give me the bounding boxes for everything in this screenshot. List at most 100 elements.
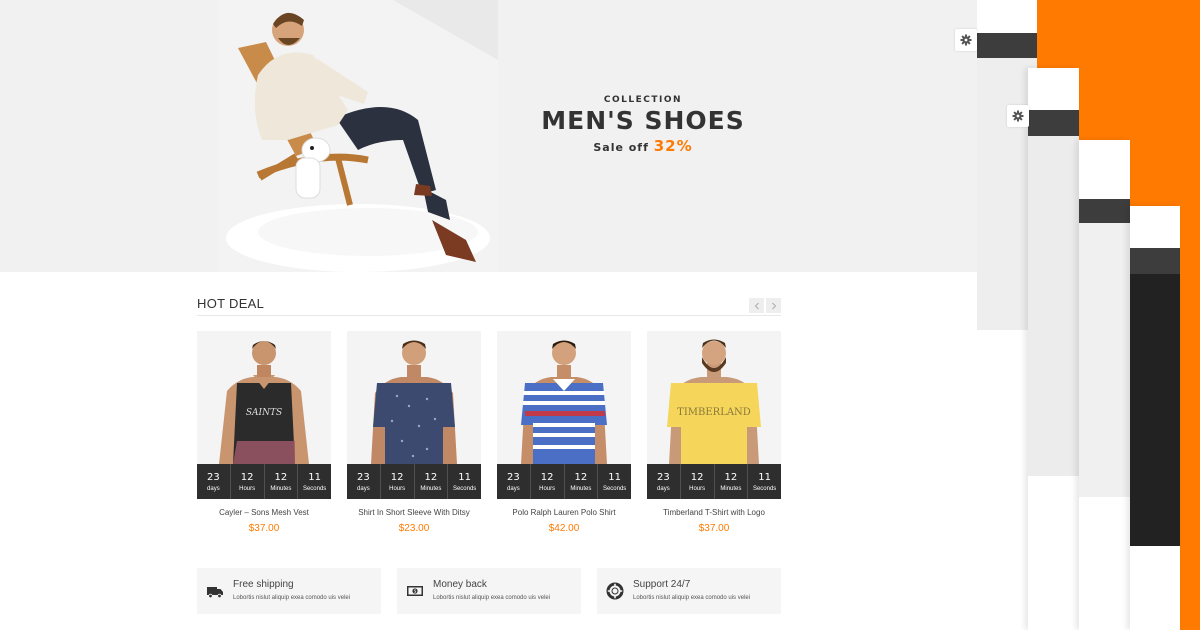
countdown-label: Seconds (302, 485, 327, 492)
product-carousel: SAINTS 23 days 12 Hours 12 Minutes 11 Second… (197, 331, 781, 541)
product-name-link[interactable]: Polo Ralph Lauren Polo Shirt (497, 508, 631, 517)
countdown-days: 23 days (497, 464, 531, 499)
countdown-hours: 12 Hours (531, 464, 565, 499)
product-card[interactable]: TIMBERLAND 23 days 12 Hours 12 Minutes 11 Se… (647, 331, 781, 541)
preview-header-bar (1130, 248, 1180, 274)
product-price: $23.00 (398, 523, 430, 534)
countdown-label: Seconds (752, 485, 777, 492)
countdown-timer: 23 days 12 Hours 12 Minutes 11 Seconds (197, 464, 331, 499)
product-image[interactable] (497, 331, 631, 464)
product-card[interactable]: 23 days 12 Hours 12 Minutes 11 Seconds Polo … (497, 331, 631, 541)
stacked-page-preview (1079, 140, 1130, 630)
countdown-value: 12 (540, 471, 554, 483)
product-card[interactable]: SAINTS 23 days 12 Hours 12 Minutes 11 Second… (197, 331, 331, 541)
product-name-link[interactable]: Timberland T-Shirt with Logo (647, 508, 781, 517)
hero-kicker: COLLECTION (603, 95, 683, 105)
countdown-value: 12 (574, 471, 588, 483)
countdown-value: 11 (608, 471, 621, 483)
product-price: $37.00 (698, 523, 730, 534)
stacked-page-preview (1130, 206, 1180, 630)
preview-hero-area (1079, 223, 1130, 497)
hero-text-block: COLLECTION MEN'S SHOES Sale off 32% (538, 95, 748, 155)
sale-prefix: Sale off (593, 141, 649, 154)
countdown-value: 23 (357, 471, 370, 483)
countdown-seconds: 11 Seconds (298, 464, 331, 499)
countdown-minutes: 12 Minutes (715, 464, 749, 499)
carousel-next-button[interactable] (766, 298, 781, 313)
truck-icon (207, 587, 223, 599)
countdown-label: Seconds (452, 485, 477, 492)
countdown-label: days (507, 485, 520, 492)
feature-title: Free shipping (233, 579, 294, 590)
carousel-prev-button[interactable] (749, 298, 764, 313)
countdown-value: 12 (724, 471, 738, 483)
countdown-label: Minutes (570, 485, 592, 492)
countdown-minutes: 12 Minutes (415, 464, 449, 499)
countdown-label: Minutes (720, 485, 742, 492)
feature-money-back: $ Money back Lobortis nislut aliquip exe… (397, 568, 581, 614)
countdown-days: 23 days (647, 464, 681, 499)
countdown-days: 23 days (347, 464, 381, 499)
countdown-days: 23 days (197, 464, 231, 499)
product-card[interactable]: 23 days 12 Hours 12 Minutes 11 Seconds Shirt… (347, 331, 481, 541)
product-price: $37.00 (248, 523, 280, 534)
countdown-label: Minutes (270, 485, 292, 492)
gear-icon (1012, 110, 1024, 122)
sale-percentage: 32% (653, 137, 693, 155)
money-icon: $ (407, 586, 423, 596)
countdown-value: 11 (458, 471, 471, 483)
countdown-label: Minutes (420, 485, 442, 492)
countdown-minutes: 12 Minutes (565, 464, 599, 499)
countdown-hours: 12 Hours (231, 464, 265, 499)
hero-model-photo (218, 0, 498, 272)
countdown-timer: 23 days 12 Hours 12 Minutes 11 Seconds (647, 464, 781, 499)
chevron-right-icon (771, 302, 776, 309)
hero-banner[interactable]: COLLECTION MEN'S SHOES Sale off 32% (0, 0, 977, 272)
features-row: Free shipping Lobortis nislut aliquip ex… (197, 568, 781, 614)
countdown-value: 11 (758, 471, 771, 483)
countdown-label: Hours (689, 485, 706, 492)
preview-hero-area (1028, 136, 1079, 476)
settings-button[interactable] (1007, 105, 1029, 127)
hero-title: MEN'S SHOES (541, 106, 745, 135)
preview-header-bar (1079, 199, 1130, 223)
hero-sale-line: Sale off 32% (538, 137, 748, 155)
product-price: $42.00 (548, 523, 580, 534)
product-name-link[interactable]: Shirt In Short Sleeve With Ditsy (347, 508, 481, 517)
feature-title: Money back (433, 579, 487, 590)
countdown-label: days (207, 485, 220, 492)
svg-text:SAINTS: SAINTS (246, 408, 282, 418)
countdown-seconds: 11 Seconds (748, 464, 781, 499)
feature-free-shipping: Free shipping Lobortis nislut aliquip ex… (197, 568, 381, 614)
countdown-value: 11 (308, 471, 321, 483)
countdown-value: 12 (240, 471, 254, 483)
countdown-timer: 23 days 12 Hours 12 Minutes 11 Seconds (497, 464, 631, 499)
countdown-label: Hours (539, 485, 556, 492)
countdown-seconds: 11 Seconds (598, 464, 631, 499)
countdown-label: days (357, 485, 370, 492)
product-image[interactable]: TIMBERLAND (647, 331, 781, 464)
countdown-value: 23 (507, 471, 520, 483)
product-image[interactable]: SAINTS (197, 331, 331, 464)
countdown-value: 12 (690, 471, 704, 483)
countdown-timer: 23 days 12 Hours 12 Minutes 11 Seconds (347, 464, 481, 499)
product-image[interactable] (347, 331, 481, 464)
lifebuoy-icon (606, 582, 624, 600)
countdown-label: Hours (389, 485, 406, 492)
countdown-value: 23 (657, 471, 670, 483)
feature-description: Lobortis nislut aliquip exea comodo uis … (433, 595, 551, 601)
countdown-value: 12 (424, 471, 438, 483)
svg-text:TIMBERLAND: TIMBERLAND (677, 407, 751, 418)
hot-deal-header: HOT DEAL (197, 296, 781, 316)
feature-support: Support 24/7 Lobortis nislut aliquip exe… (597, 568, 781, 614)
preview-header-bar (977, 33, 1037, 58)
countdown-hours: 12 Hours (381, 464, 415, 499)
countdown-seconds: 11 Seconds (448, 464, 481, 499)
gear-icon (960, 34, 972, 46)
preview-header-bar (1028, 110, 1079, 136)
settings-button[interactable] (955, 29, 977, 51)
stacked-page-preview (1028, 68, 1079, 630)
product-name-link[interactable]: Cayler – Sons Mesh Vest (197, 508, 331, 517)
main-page: COLLECTION MEN'S SHOES Sale off 32% HOT … (0, 0, 977, 630)
countdown-value: 23 (207, 471, 220, 483)
